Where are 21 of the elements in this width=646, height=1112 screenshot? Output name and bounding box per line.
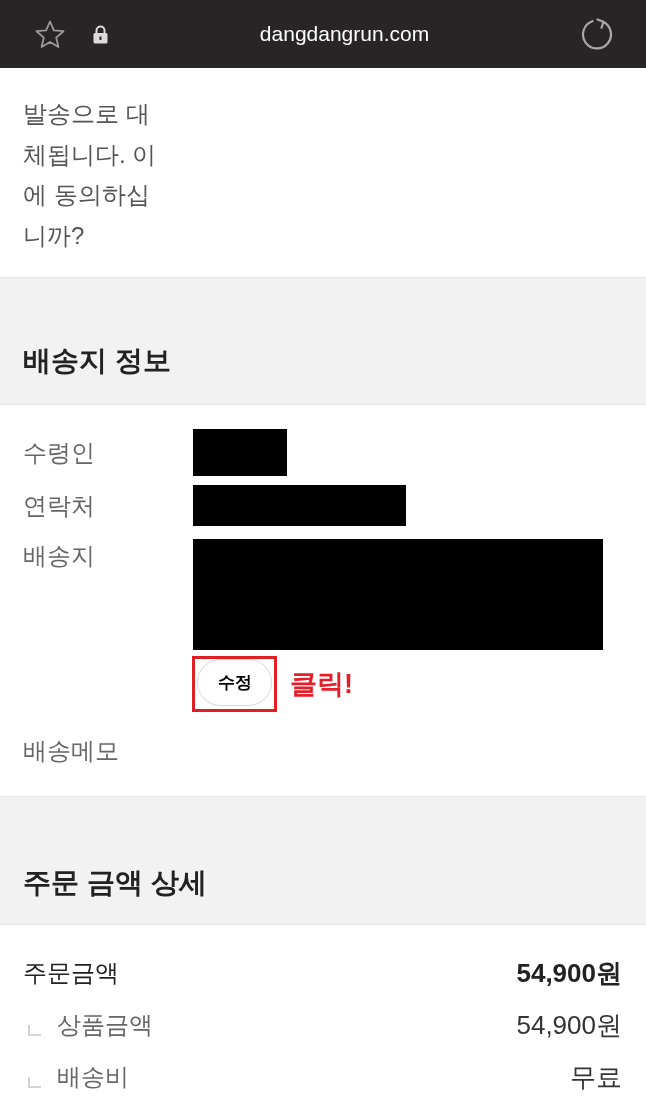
click-annotation: 클릭! (290, 668, 353, 701)
lock-icon (93, 24, 108, 44)
amount-label: 주문금액 (23, 958, 119, 988)
section-title: 주문 금액 상세 (23, 866, 208, 900)
indent-corner-icon (28, 1024, 41, 1036)
field-label: 연락처 (23, 491, 96, 521)
amount-label: 상품금액 (57, 1010, 153, 1040)
edit-button[interactable]: 수정 (197, 659, 272, 706)
reload-icon[interactable] (581, 17, 614, 51)
amount-value: 54,900원 (516, 1009, 622, 1042)
amount-value: 무료 (570, 1061, 622, 1094)
url-text[interactable]: dangdangrun.com (259, 20, 430, 48)
notice-text: 발송으로 대체됩니다. 이에 동의하십니까? (23, 99, 158, 251)
indent-corner-icon (28, 1076, 41, 1088)
amount-value: 54,900원 (516, 957, 622, 990)
field-label: 배송지 (23, 541, 96, 571)
field-label: 수령인 (23, 438, 96, 468)
field-label: 배송메모 (23, 736, 119, 766)
section-title: 배송지 정보 (23, 344, 172, 378)
star-icon[interactable] (35, 19, 65, 49)
amount-label: 배송비 (57, 1062, 129, 1092)
